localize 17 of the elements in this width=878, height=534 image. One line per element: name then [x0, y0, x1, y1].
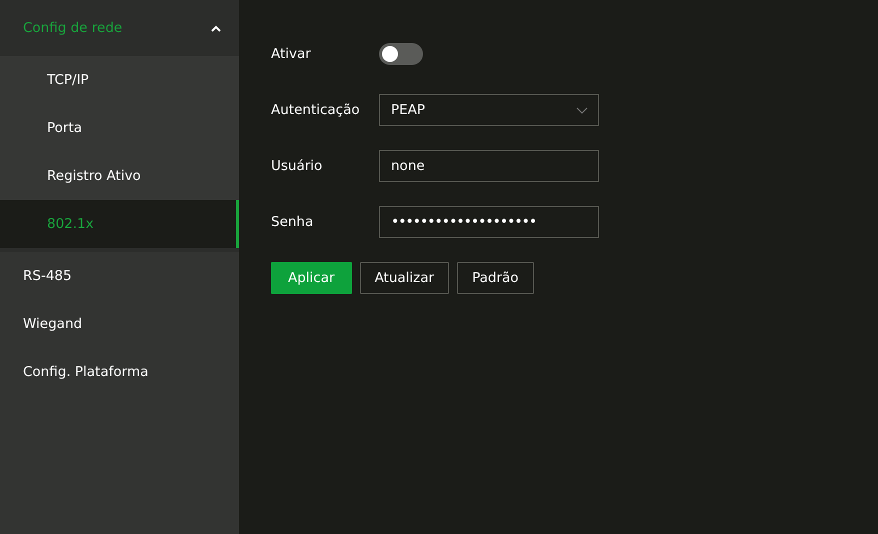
select-field[interactable]: PEAP	[379, 94, 599, 126]
field-label: Senha	[271, 214, 314, 230]
field-label: Usuário	[271, 158, 324, 174]
chevron-up-icon	[211, 24, 221, 32]
field-label: Autenticação	[271, 102, 361, 118]
input-field[interactable]: none	[379, 150, 599, 182]
toggle-switch[interactable]	[379, 43, 423, 65]
sidebar-item[interactable]: RS-485	[0, 252, 239, 300]
chevron-down-icon	[576, 106, 588, 114]
sidebar-item[interactable]: Wiegand	[0, 300, 239, 348]
sidebar-item[interactable]: Config de rede	[0, 0, 239, 56]
sidebar-item[interactable]: 802.1x	[0, 200, 239, 248]
password-field[interactable]: ••••••••••••••••••••	[379, 206, 599, 238]
action-button[interactable]: Padrão	[457, 262, 534, 294]
action-button[interactable]: Atualizar	[360, 262, 450, 294]
sidebar-item[interactable]: Config. Plataforma	[0, 348, 239, 396]
field-label: Ativar	[271, 46, 312, 62]
